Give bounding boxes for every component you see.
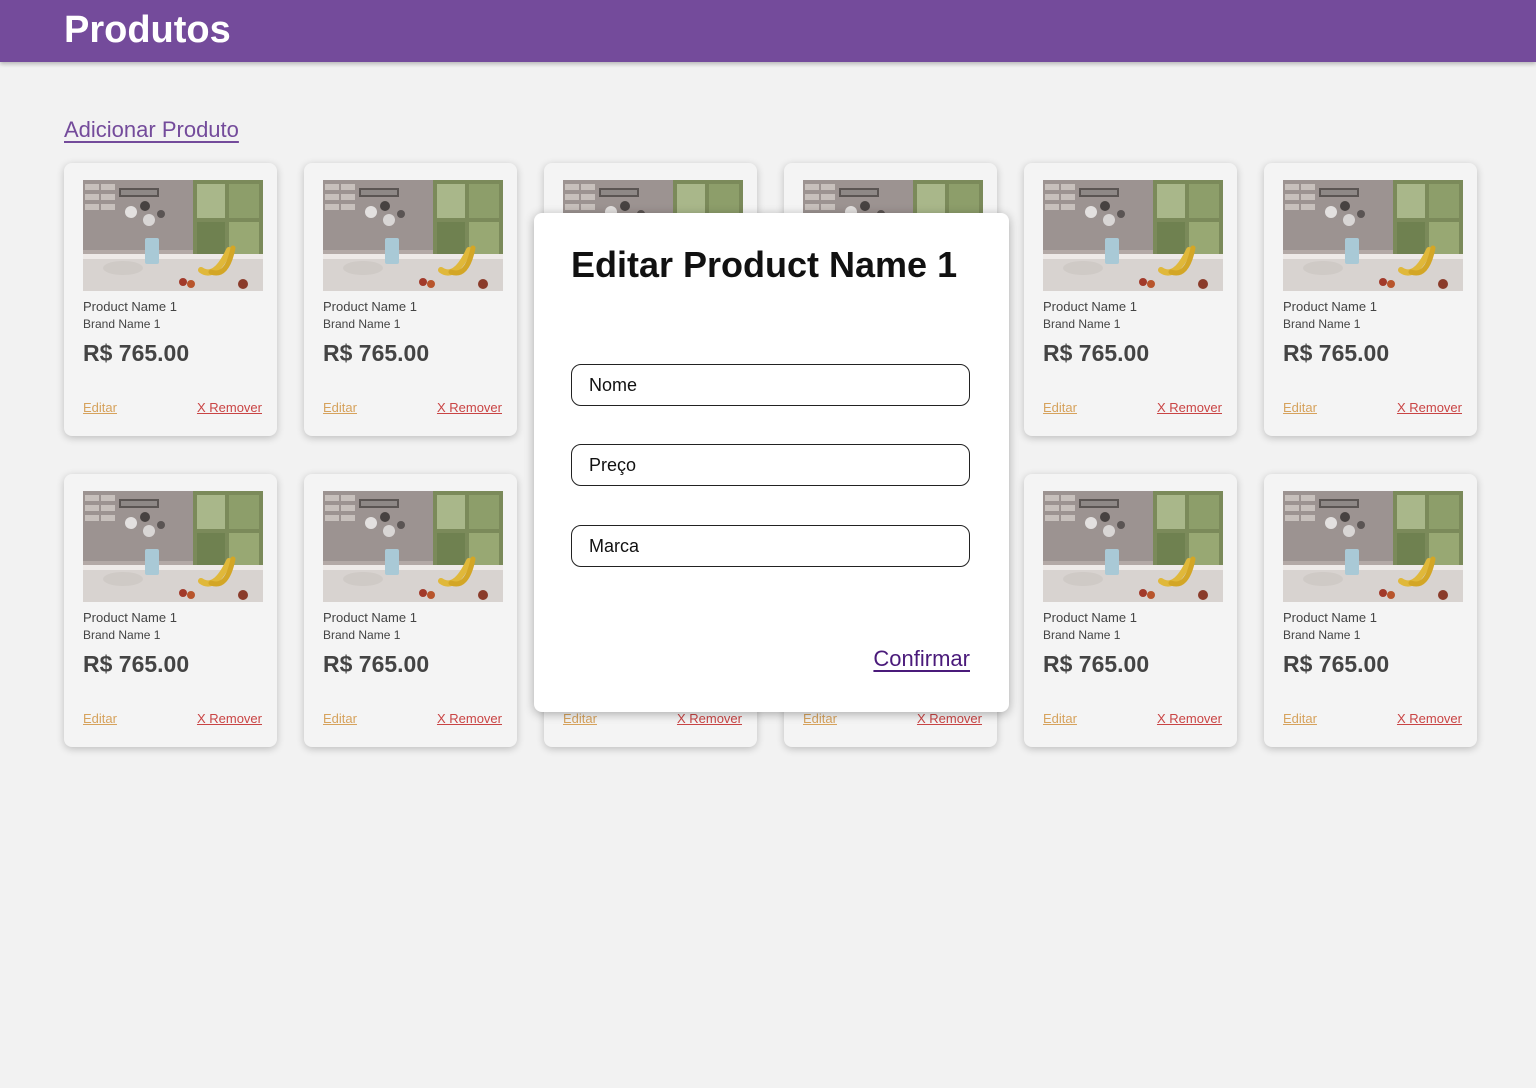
product-image [323, 491, 503, 602]
edit-link[interactable]: Editar [1043, 711, 1077, 727]
edit-link[interactable]: Editar [1043, 400, 1077, 416]
confirm-button[interactable]: Confirmar [873, 646, 970, 672]
product-image [83, 180, 263, 291]
product-price: R$ 765.00 [83, 651, 190, 677]
brand-name: Brand Name 1 [1283, 628, 1361, 642]
product-price: R$ 765.00 [1043, 340, 1150, 366]
product-card: Product Name 1 Brand Name 1 R$ 765.00 Ed… [1024, 474, 1237, 747]
product-name: Product Name 1 [83, 299, 177, 314]
brand-name: Brand Name 1 [83, 317, 161, 331]
remove-link[interactable]: X Remover [1397, 400, 1462, 416]
edit-link[interactable]: Editar [1283, 711, 1317, 727]
product-name: Product Name 1 [83, 610, 177, 625]
edit-link[interactable]: Editar [323, 711, 357, 727]
product-card: Product Name 1 Brand Name 1 R$ 765.00 Ed… [1264, 474, 1477, 747]
product-price: R$ 765.00 [1043, 651, 1150, 677]
remove-link[interactable]: X Remover [1397, 711, 1462, 727]
brand-name: Brand Name 1 [1043, 317, 1121, 331]
page-title: Produtos [64, 9, 231, 51]
brand-name: Brand Name 1 [323, 317, 401, 331]
product-image [1283, 180, 1463, 291]
top-bar: Produtos [0, 0, 1536, 62]
product-image [323, 180, 503, 291]
product-image [1043, 180, 1223, 291]
product-price: R$ 765.00 [1283, 340, 1390, 366]
product-price: R$ 765.00 [323, 340, 430, 366]
product-price: R$ 765.00 [1283, 651, 1390, 677]
product-card: Product Name 1 Brand Name 1 R$ 765.00 Ed… [64, 163, 277, 436]
remove-link[interactable]: X Remover [437, 400, 502, 416]
brand-name: Brand Name 1 [1043, 628, 1121, 642]
remove-link[interactable]: X Remover [197, 400, 262, 416]
product-name: Product Name 1 [323, 610, 417, 625]
product-card: Product Name 1 Brand Name 1 R$ 765.00 Ed… [1264, 163, 1477, 436]
product-price: R$ 765.00 [83, 340, 190, 366]
edit-link[interactable]: Editar [803, 711, 837, 727]
edit-product-modal: Editar Product Name 1 Confirmar [534, 213, 1009, 712]
remove-link[interactable]: X Remover [677, 711, 742, 727]
product-name: Product Name 1 [1283, 610, 1377, 625]
product-price: R$ 765.00 [323, 651, 430, 677]
remove-link[interactable]: X Remover [1157, 711, 1222, 727]
edit-link[interactable]: Editar [83, 400, 117, 416]
remove-link[interactable]: X Remover [197, 711, 262, 727]
edit-link[interactable]: Editar [1283, 400, 1317, 416]
modal-title: Editar Product Name 1 [571, 244, 958, 285]
product-card: Product Name 1 Brand Name 1 R$ 765.00 Ed… [304, 163, 517, 436]
product-image [1283, 491, 1463, 602]
edit-link[interactable]: Editar [83, 711, 117, 727]
product-name: Product Name 1 [1043, 299, 1137, 314]
product-image [1043, 491, 1223, 602]
remove-link[interactable]: X Remover [437, 711, 502, 727]
product-name: Product Name 1 [1043, 610, 1137, 625]
product-image [83, 491, 263, 602]
brand-name: Brand Name 1 [323, 628, 401, 642]
product-name: Product Name 1 [1283, 299, 1377, 314]
product-card: Product Name 1 Brand Name 1 R$ 765.00 Ed… [304, 474, 517, 747]
edit-link[interactable]: Editar [563, 711, 597, 727]
product-card: Product Name 1 Brand Name 1 R$ 765.00 Ed… [64, 474, 277, 747]
add-product-link[interactable]: Adicionar Produto [64, 117, 239, 143]
name-input[interactable] [571, 364, 970, 406]
brand-name: Brand Name 1 [83, 628, 161, 642]
remove-link[interactable]: X Remover [917, 711, 982, 727]
product-card: Product Name 1 Brand Name 1 R$ 765.00 Ed… [1024, 163, 1237, 436]
remove-link[interactable]: X Remover [1157, 400, 1222, 416]
edit-link[interactable]: Editar [323, 400, 357, 416]
brand-name: Brand Name 1 [1283, 317, 1361, 331]
price-input[interactable] [571, 444, 970, 486]
brand-input[interactable] [571, 525, 970, 567]
product-name: Product Name 1 [323, 299, 417, 314]
